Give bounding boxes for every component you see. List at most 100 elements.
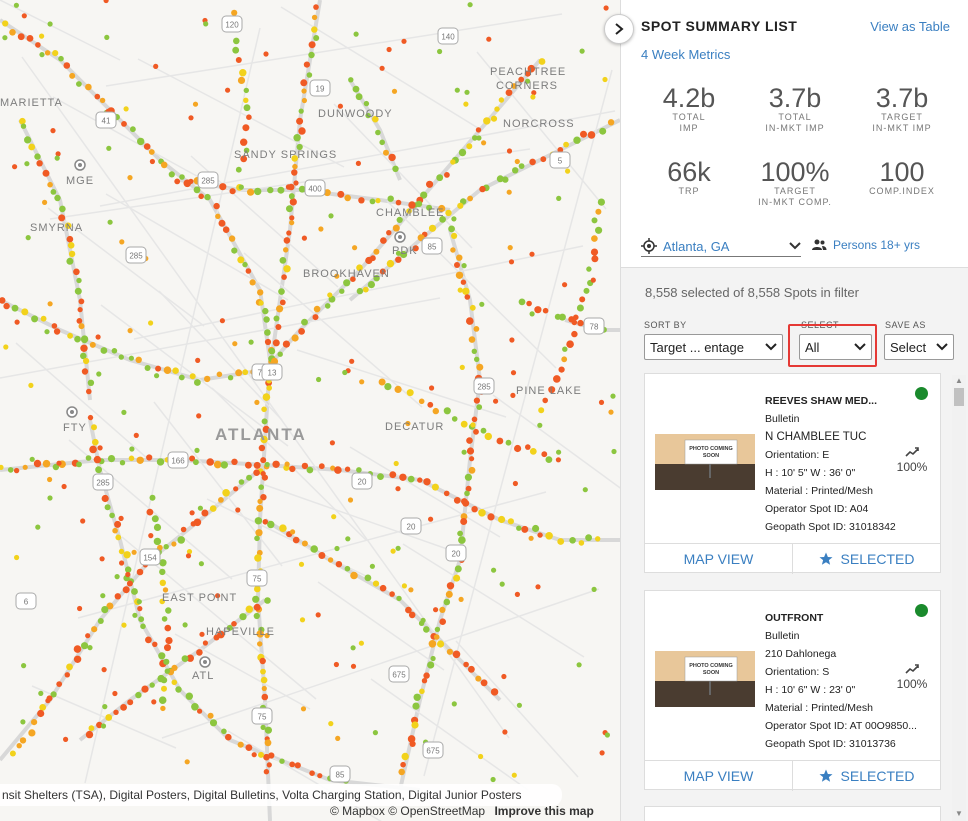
spot-marker[interactable] bbox=[80, 344, 88, 352]
spot-marker[interactable] bbox=[114, 593, 122, 600]
spot-marker[interactable] bbox=[278, 288, 285, 295]
spot-marker[interactable] bbox=[100, 347, 108, 354]
spot-marker[interactable] bbox=[335, 735, 341, 742]
spot-marker[interactable] bbox=[289, 215, 295, 221]
spot-marker[interactable] bbox=[44, 50, 51, 56]
spot-marker[interactable] bbox=[578, 540, 585, 546]
spot-marker[interactable] bbox=[85, 633, 91, 639]
spot-marker[interactable] bbox=[209, 719, 218, 727]
spot-marker[interactable] bbox=[159, 579, 166, 586]
spot-marker[interactable] bbox=[131, 588, 138, 595]
spot-marker[interactable] bbox=[114, 520, 122, 528]
spot-marker[interactable] bbox=[395, 199, 402, 206]
spot-marker[interactable] bbox=[149, 494, 156, 501]
spot-marker[interactable] bbox=[291, 169, 298, 176]
spot-marker[interactable] bbox=[151, 699, 157, 705]
spot-marker[interactable] bbox=[181, 655, 189, 662]
spot-marker[interactable] bbox=[281, 274, 287, 280]
spot-marker[interactable] bbox=[80, 518, 86, 524]
spot-marker[interactable] bbox=[102, 704, 108, 710]
spot-marker[interactable] bbox=[222, 489, 230, 497]
spot-marker[interactable] bbox=[369, 563, 375, 569]
spot-marker[interactable] bbox=[258, 300, 264, 306]
spot-marker[interactable] bbox=[201, 509, 209, 517]
spot-marker[interactable] bbox=[514, 444, 522, 453]
spot-marker[interactable] bbox=[494, 106, 500, 112]
spot-marker[interactable] bbox=[141, 685, 149, 693]
spot-marker[interactable] bbox=[457, 287, 463, 293]
spot-marker[interactable] bbox=[383, 149, 389, 156]
spot-marker[interactable] bbox=[595, 536, 601, 542]
spot-marker[interactable] bbox=[261, 685, 267, 692]
spot-marker[interactable] bbox=[89, 445, 97, 454]
spot-marker[interactable] bbox=[591, 235, 598, 242]
spot-marker[interactable] bbox=[452, 650, 461, 659]
spot-marker[interactable] bbox=[198, 561, 204, 567]
spot-marker[interactable] bbox=[232, 341, 238, 347]
spot-marker[interactable] bbox=[418, 398, 425, 405]
spot-marker[interactable] bbox=[191, 703, 199, 711]
spot-marker[interactable] bbox=[202, 640, 208, 646]
spot-marker[interactable] bbox=[182, 622, 188, 628]
spot-marker[interactable] bbox=[429, 385, 435, 391]
spot-marker[interactable] bbox=[460, 279, 467, 285]
spot-marker[interactable] bbox=[303, 61, 310, 68]
spot-marker[interactable] bbox=[443, 598, 451, 606]
spot-marker[interactable] bbox=[258, 444, 266, 452]
spot-marker[interactable] bbox=[39, 704, 47, 711]
spot-marker[interactable] bbox=[306, 466, 314, 474]
spot-marker[interactable] bbox=[12, 164, 18, 170]
spot-marker[interactable] bbox=[576, 662, 582, 668]
spot-marker[interactable] bbox=[264, 461, 270, 468]
spot-marker[interactable] bbox=[183, 179, 192, 188]
spot-marker[interactable] bbox=[585, 534, 592, 542]
selected-button[interactable]: SELECTED bbox=[793, 544, 940, 574]
spot-marker[interactable] bbox=[144, 365, 151, 371]
spot-marker[interactable] bbox=[356, 467, 362, 473]
spot-marker[interactable] bbox=[401, 583, 407, 589]
spot-marker[interactable] bbox=[562, 346, 568, 352]
spot-marker[interactable] bbox=[604, 732, 611, 738]
spot-marker[interactable] bbox=[81, 368, 89, 375]
spot-marker[interactable] bbox=[131, 549, 137, 555]
spot-marker[interactable] bbox=[448, 225, 455, 233]
spot-marker[interactable] bbox=[58, 55, 64, 62]
spot-marker[interactable] bbox=[207, 712, 214, 719]
spot-marker[interactable] bbox=[476, 404, 483, 410]
spot-marker[interactable] bbox=[9, 750, 16, 757]
spot-marker[interactable] bbox=[263, 769, 270, 775]
spot-marker[interactable] bbox=[76, 461, 82, 468]
spot-marker[interactable] bbox=[107, 219, 113, 225]
spot-marker[interactable] bbox=[119, 460, 126, 466]
spot-marker[interactable] bbox=[311, 14, 318, 21]
spot-marker[interactable] bbox=[586, 266, 592, 272]
spot-marker[interactable] bbox=[458, 596, 464, 603]
spot-marker[interactable] bbox=[261, 418, 268, 425]
spot-marker[interactable] bbox=[254, 535, 260, 542]
spot-marker[interactable] bbox=[257, 289, 264, 296]
spot-marker[interactable] bbox=[454, 87, 460, 93]
spot-marker[interactable] bbox=[467, 2, 473, 8]
spot-marker[interactable] bbox=[591, 255, 599, 263]
spot-marker[interactable] bbox=[178, 374, 185, 381]
spot-marker[interactable] bbox=[47, 21, 53, 27]
spot-marker[interactable] bbox=[541, 451, 548, 458]
spot-marker[interactable] bbox=[318, 552, 326, 559]
spot-marker[interactable] bbox=[42, 169, 50, 177]
spot-marker[interactable] bbox=[235, 369, 243, 377]
spot-marker[interactable] bbox=[283, 265, 291, 273]
spot-marker[interactable] bbox=[68, 250, 76, 258]
spot-marker[interactable] bbox=[328, 213, 334, 219]
spot-marker[interactable] bbox=[427, 401, 434, 408]
spot-marker[interactable] bbox=[345, 536, 351, 542]
spot-marker[interactable] bbox=[264, 329, 271, 336]
spot-marker[interactable] bbox=[220, 461, 228, 469]
spot-marker[interactable] bbox=[344, 466, 351, 472]
spot-marker[interactable] bbox=[298, 561, 305, 567]
spot-marker[interactable] bbox=[289, 194, 295, 200]
spot-marker[interactable] bbox=[279, 299, 286, 306]
spot-marker[interactable] bbox=[257, 498, 263, 504]
spot-marker[interactable] bbox=[300, 79, 308, 87]
spot-marker[interactable] bbox=[219, 183, 227, 191]
spot-marker[interactable] bbox=[406, 389, 414, 397]
